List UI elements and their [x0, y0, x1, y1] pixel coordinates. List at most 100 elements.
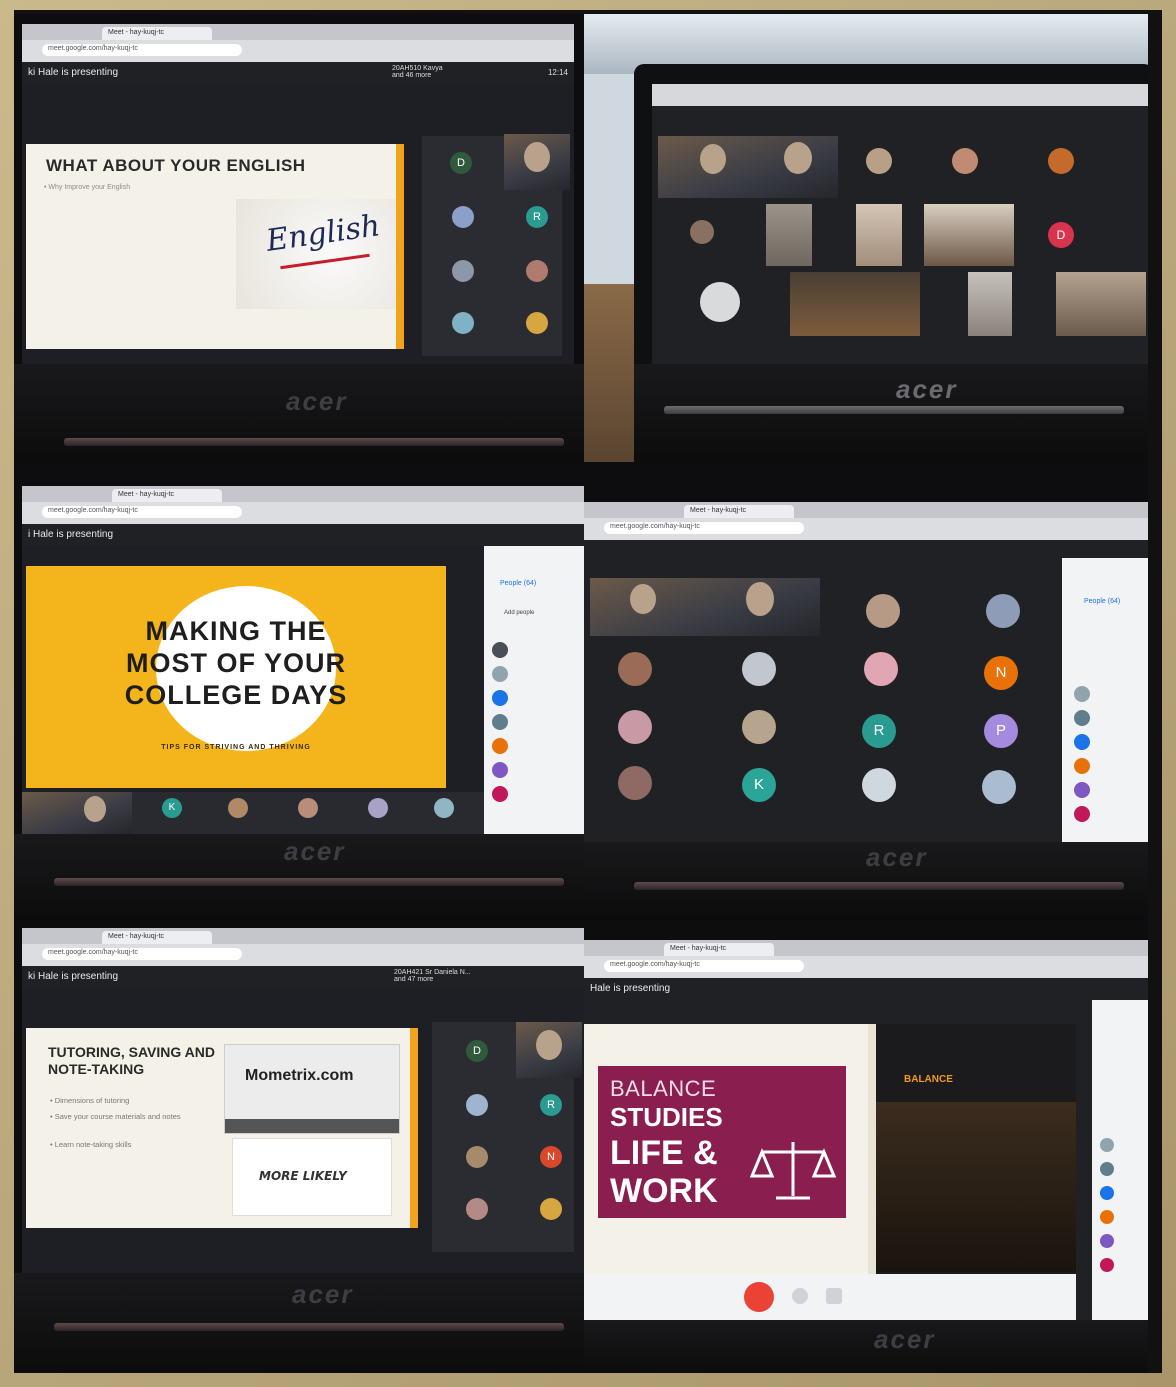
avatar [526, 312, 548, 334]
browser-chrome: Meet - hay-kuqj-tc meet.google.com/hay-k… [22, 928, 584, 966]
people-tab[interactable]: People (64) [500, 580, 536, 587]
avatar [866, 148, 892, 174]
acer-logo: acer [284, 836, 346, 866]
browser-tab[interactable]: Meet - hay-kuqj-tc [684, 505, 794, 518]
participant-video [968, 272, 1012, 336]
panel-gallery-people: Meet - hay-kuqj-tc meet.google.com/hay-k… [584, 462, 1148, 920]
avatar [452, 260, 474, 282]
end-call-button[interactable] [744, 1282, 774, 1312]
participant-tile: R [862, 714, 896, 748]
slide-title-line: MOST OF YOUR [125, 648, 346, 678]
laptop-bezel: acer [14, 834, 584, 920]
slide-edge [868, 1024, 876, 1274]
participants-summary: 20AH421 Sr Daniela N... and 47 more [394, 969, 471, 983]
avatar [452, 312, 474, 334]
meet-top-bar: i Hale is presenting [22, 524, 584, 546]
speaker-notes-area: BALANCE [876, 1024, 1076, 1274]
browser-chrome [652, 84, 1148, 106]
participant-tile: D [1048, 222, 1074, 248]
panel-english: Meet - hay-kuqj-tc meet.google.com/hay-k… [14, 14, 584, 462]
address-bar[interactable]: meet.google.com/hay-kuqj-tc [42, 506, 242, 518]
video-thumbnail: Mometrix.com [224, 1044, 400, 1134]
avatar [434, 798, 454, 818]
participant-tile: D [450, 152, 472, 174]
participants-summary: 20AH510 Kavya and 46 more [392, 65, 443, 79]
avatar [952, 148, 978, 174]
avatar [1074, 686, 1090, 702]
laptop-screen: Meet - hay-kuqj-tc meet.google.com/hay-k… [22, 486, 584, 834]
avatar [492, 690, 508, 706]
participant-video [516, 1022, 582, 1078]
side-label: BALANCE [904, 1074, 953, 1085]
avatar [492, 762, 508, 778]
laptop-hinge [634, 882, 1124, 890]
meet-top-bar: ki Hale is presenting 20AH421 Sr Daniela… [22, 966, 584, 988]
meet-top-bar: ki Hale is presenting 20AH510 Kavya and … [22, 62, 574, 84]
avatar [1074, 782, 1090, 798]
avatar [1074, 806, 1090, 822]
participant-tile: K [742, 768, 776, 802]
participant-video [22, 792, 132, 834]
add-people-button[interactable]: Add people [504, 610, 534, 616]
avatar [864, 652, 898, 686]
address-bar[interactable]: meet.google.com/hay-kuqj-tc [604, 960, 804, 972]
participant-video [766, 204, 812, 266]
participant-tile: R [526, 206, 548, 228]
laptop-bezel: acer [634, 364, 1148, 462]
mic-icon[interactable] [792, 1288, 808, 1304]
avatar [368, 798, 388, 818]
avatar [492, 738, 508, 754]
slide-line: STUDIES [610, 1102, 723, 1132]
slide-bullet: • Dimensions of tutoring [50, 1096, 130, 1105]
browser-tab[interactable]: Meet - hay-kuqj-tc [102, 931, 212, 944]
address-bar[interactable]: meet.google.com/hay-kuqj-tc [42, 948, 242, 960]
meet-top-bar: Hale is presenting [584, 978, 1148, 1000]
participant-video [1056, 272, 1146, 336]
acer-logo: acer [874, 1324, 936, 1354]
laptop-screen: Meet - hay-kuqj-tc meet.google.com/hay-k… [584, 940, 1148, 1320]
people-panel: People (64) [1062, 558, 1148, 842]
browser-tab[interactable]: Meet - hay-kuqj-tc [102, 27, 212, 40]
avatar [618, 652, 652, 686]
avatar [492, 786, 508, 802]
avatar [862, 768, 896, 802]
side-video [876, 1102, 1076, 1272]
presenting-label: i Hale is presenting [28, 529, 114, 540]
avatar [540, 1198, 562, 1220]
address-bar[interactable]: meet.google.com/hay-kuqj-tc [604, 522, 804, 534]
video-controls[interactable] [225, 1119, 399, 1133]
camera-icon[interactable] [826, 1288, 842, 1304]
laptop-bezel: acer [584, 842, 1148, 920]
avatar [466, 1146, 488, 1168]
avatar [492, 642, 508, 658]
participant-video [790, 272, 920, 336]
slide-line: LIFE & [610, 1134, 718, 1172]
slide-edge [396, 144, 404, 349]
meet-controls [584, 1274, 1076, 1320]
address-bar[interactable]: meet.google.com/hay-kuqj-tc [42, 44, 242, 56]
browser-chrome: Meet - hay-kuqj-tc meet.google.com/hay-k… [22, 486, 584, 524]
laptop-hinge [54, 1323, 564, 1331]
slide-bullet: • Learn note-taking skills [50, 1140, 132, 1149]
filmstrip: K [22, 792, 484, 834]
participant-tile: R [540, 1094, 562, 1116]
people-tab[interactable]: People (64) [1084, 598, 1120, 605]
avatar [452, 206, 474, 228]
slide: MAKING THE MOST OF YOUR COLLEGE DAYS TIP… [26, 566, 446, 788]
clock: 12:14 [547, 68, 568, 77]
browser-tab[interactable]: Meet - hay-kuqj-tc [112, 489, 222, 502]
avatar [1100, 1258, 1114, 1272]
handwritten-note: MORE LIKELY [232, 1138, 392, 1216]
avatar [618, 766, 652, 800]
participant-grid: D R [422, 134, 570, 356]
people-panel: People (64) Add people [484, 546, 584, 834]
meet-gallery: D [652, 106, 1148, 364]
mometrix-logo: Mometrix.com [245, 1067, 354, 1084]
avatar [1100, 1186, 1114, 1200]
avatar [986, 594, 1020, 628]
participant-video [924, 204, 1014, 266]
avatar [228, 798, 248, 818]
browser-chrome: Meet - hay-kuqj-tc meet.google.com/hay-k… [584, 940, 1148, 978]
participant-grid: D R N [432, 1022, 582, 1252]
browser-tab[interactable]: Meet - hay-kuqj-tc [664, 943, 774, 956]
